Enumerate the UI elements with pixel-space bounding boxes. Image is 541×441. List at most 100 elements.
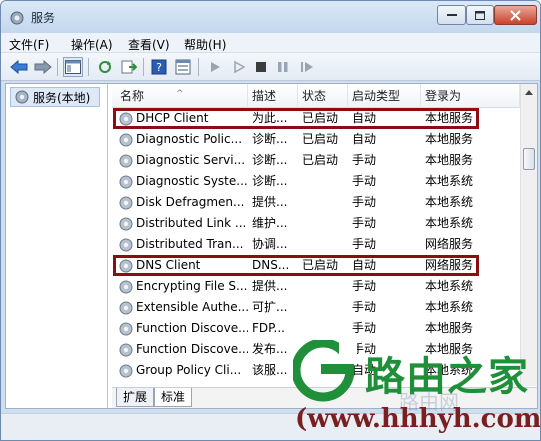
watermark: 路由之家 路由网 (www.hhhyh.com) <box>289 336 540 440</box>
service-row[interactable]: Distributed Link ... 维护... 手动 本地系统 <box>112 213 520 234</box>
scrollbar-thumb[interactable] <box>523 148 535 170</box>
sort-ascending-icon: ^ <box>176 89 184 99</box>
service-status <box>302 234 348 255</box>
column-header-status[interactable]: 状态 <box>298 84 348 108</box>
scroll-up-button[interactable] <box>521 84 537 101</box>
service-logon-as: 网络服务 <box>425 237 474 251</box>
service-logon-as: 本地系统 <box>425 174 474 188</box>
service-logon-as: 本地系统 <box>425 300 474 314</box>
service-logon-as: 本地服务 <box>425 153 474 167</box>
service-status: 已启动 <box>302 132 339 146</box>
service-row[interactable]: DHCP Client 为此... 已启动 自动 本地服务 <box>112 108 520 129</box>
service-description: 提供... <box>252 195 288 209</box>
service-name: Group Policy Cli... <box>136 363 242 377</box>
stop-service-button[interactable] <box>251 57 271 77</box>
close-button[interactable] <box>494 5 537 25</box>
back-button[interactable] <box>9 57 29 77</box>
pause-service-button[interactable] <box>273 57 293 77</box>
start-service-button[interactable] <box>205 57 225 77</box>
refresh-icon <box>99 61 111 73</box>
service-name: Extensible Authe... <box>136 300 248 314</box>
restart-icon <box>301 62 313 72</box>
help-icon: ? <box>151 59 167 75</box>
list-header: ^ 名称 描述 状态 启动类型 登录为 <box>112 84 520 108</box>
tab-standard[interactable]: 标准 <box>154 388 193 407</box>
forward-button[interactable] <box>33 57 53 77</box>
menu-action[interactable]: 操作(A) <box>71 36 113 53</box>
service-row[interactable]: Distributed Tran... 协调... 手动 网络服务 <box>112 234 520 255</box>
service-name: Function Discove... <box>136 321 248 335</box>
window-title: 服务 <box>31 11 56 25</box>
refresh-button[interactable] <box>95 57 115 77</box>
service-row[interactable]: Disk Defragmen... 提供... 手动 本地系统 <box>112 192 520 213</box>
restart-service-button[interactable] <box>297 57 317 77</box>
forward-arrow-icon <box>34 60 52 74</box>
tree-node-label: 服务(本地) <box>33 90 91 105</box>
service-gear-icon <box>118 300 134 316</box>
service-row[interactable]: DNS Client DNS... 已启动 自动 网络服务 <box>112 255 520 276</box>
export-list-button[interactable] <box>119 57 139 77</box>
tab-extended[interactable]: 扩展 <box>116 388 155 407</box>
service-gear-icon <box>118 279 134 295</box>
service-row[interactable]: Diagnostic Servi... 诊断... 已启动 手动 本地服务 <box>112 150 520 171</box>
pause-icon <box>278 62 288 72</box>
console-tree: 服务(本地) <box>6 84 108 408</box>
column-header-startup-type[interactable]: 启动类型 <box>348 84 421 108</box>
column-header-name[interactable]: ^ 名称 <box>112 84 248 108</box>
tree-node-services-local[interactable]: 服务(本地) <box>10 87 100 107</box>
column-header-logon-as[interactable]: 登录为 <box>421 84 520 108</box>
service-description: 可扩... <box>252 300 288 314</box>
service-status <box>302 276 348 297</box>
service-row[interactable]: Encrypting File S... 提供... 手动 本地系统 <box>112 276 520 297</box>
back-arrow-icon <box>10 60 28 74</box>
service-description: 维护... <box>252 216 288 230</box>
highlight-box <box>113 255 479 276</box>
toolbar-separator <box>88 58 89 76</box>
toolbar-separator <box>198 58 199 76</box>
service-description: 诊断... <box>252 153 288 167</box>
column-header-description[interactable]: 描述 <box>248 84 298 108</box>
service-row[interactable]: Diagnostic Polic... 诊断... 已启动 自动 本地服务 <box>112 129 520 150</box>
menu-bar: 文件(F) 操作(A) 查看(V) 帮助(H) <box>1 33 540 53</box>
minimize-button[interactable] <box>437 5 466 25</box>
start-service-alt-button[interactable] <box>229 57 249 77</box>
service-status <box>302 192 348 213</box>
service-startup-type: 自动 <box>352 132 377 146</box>
toolbar: ? <box>1 53 540 81</box>
service-row[interactable]: Extensible Authe... 可扩... 手动 本地系统 <box>112 297 520 318</box>
show-hide-console-tree-button[interactable] <box>63 57 83 77</box>
service-logon-as: 本地系统 <box>425 216 474 230</box>
maximize-icon <box>475 10 485 20</box>
menu-file[interactable]: 文件(F) <box>9 36 49 53</box>
minimize-icon <box>446 14 457 16</box>
play-outline-icon <box>234 61 245 73</box>
router-home-logo <box>291 338 357 402</box>
service-gear-icon <box>118 321 134 337</box>
service-gear-icon <box>118 363 134 379</box>
help-button[interactable]: ? <box>149 57 169 77</box>
service-name: Diagnostic Polic... <box>136 132 243 146</box>
service-gear-icon <box>118 195 134 211</box>
properties-button[interactable] <box>173 57 193 77</box>
service-description: 提供... <box>252 279 288 293</box>
service-startup-type: 手动 <box>352 300 377 314</box>
service-gear-icon <box>118 342 134 358</box>
properties-icon <box>175 59 191 75</box>
service-row[interactable]: Diagnostic Syste... 诊断... 手动 本地系统 <box>112 171 520 192</box>
service-gear-icon <box>118 216 134 232</box>
close-icon <box>510 9 521 21</box>
highlight-box <box>113 108 479 129</box>
service-name: Diagnostic Servi... <box>136 153 246 167</box>
maximize-button[interactable] <box>466 5 494 25</box>
service-startup-type: 手动 <box>352 153 377 167</box>
service-startup-type: 手动 <box>352 237 377 251</box>
menu-view[interactable]: 查看(V) <box>128 36 170 53</box>
stop-icon <box>256 62 266 72</box>
menu-help[interactable]: 帮助(H) <box>184 36 226 53</box>
service-status <box>302 297 348 318</box>
service-logon-as: 本地系统 <box>425 195 474 209</box>
export-list-icon <box>121 60 137 74</box>
service-gear-icon <box>118 132 134 148</box>
service-startup-type: 手动 <box>352 216 377 230</box>
service-startup-type: 手动 <box>352 195 377 209</box>
